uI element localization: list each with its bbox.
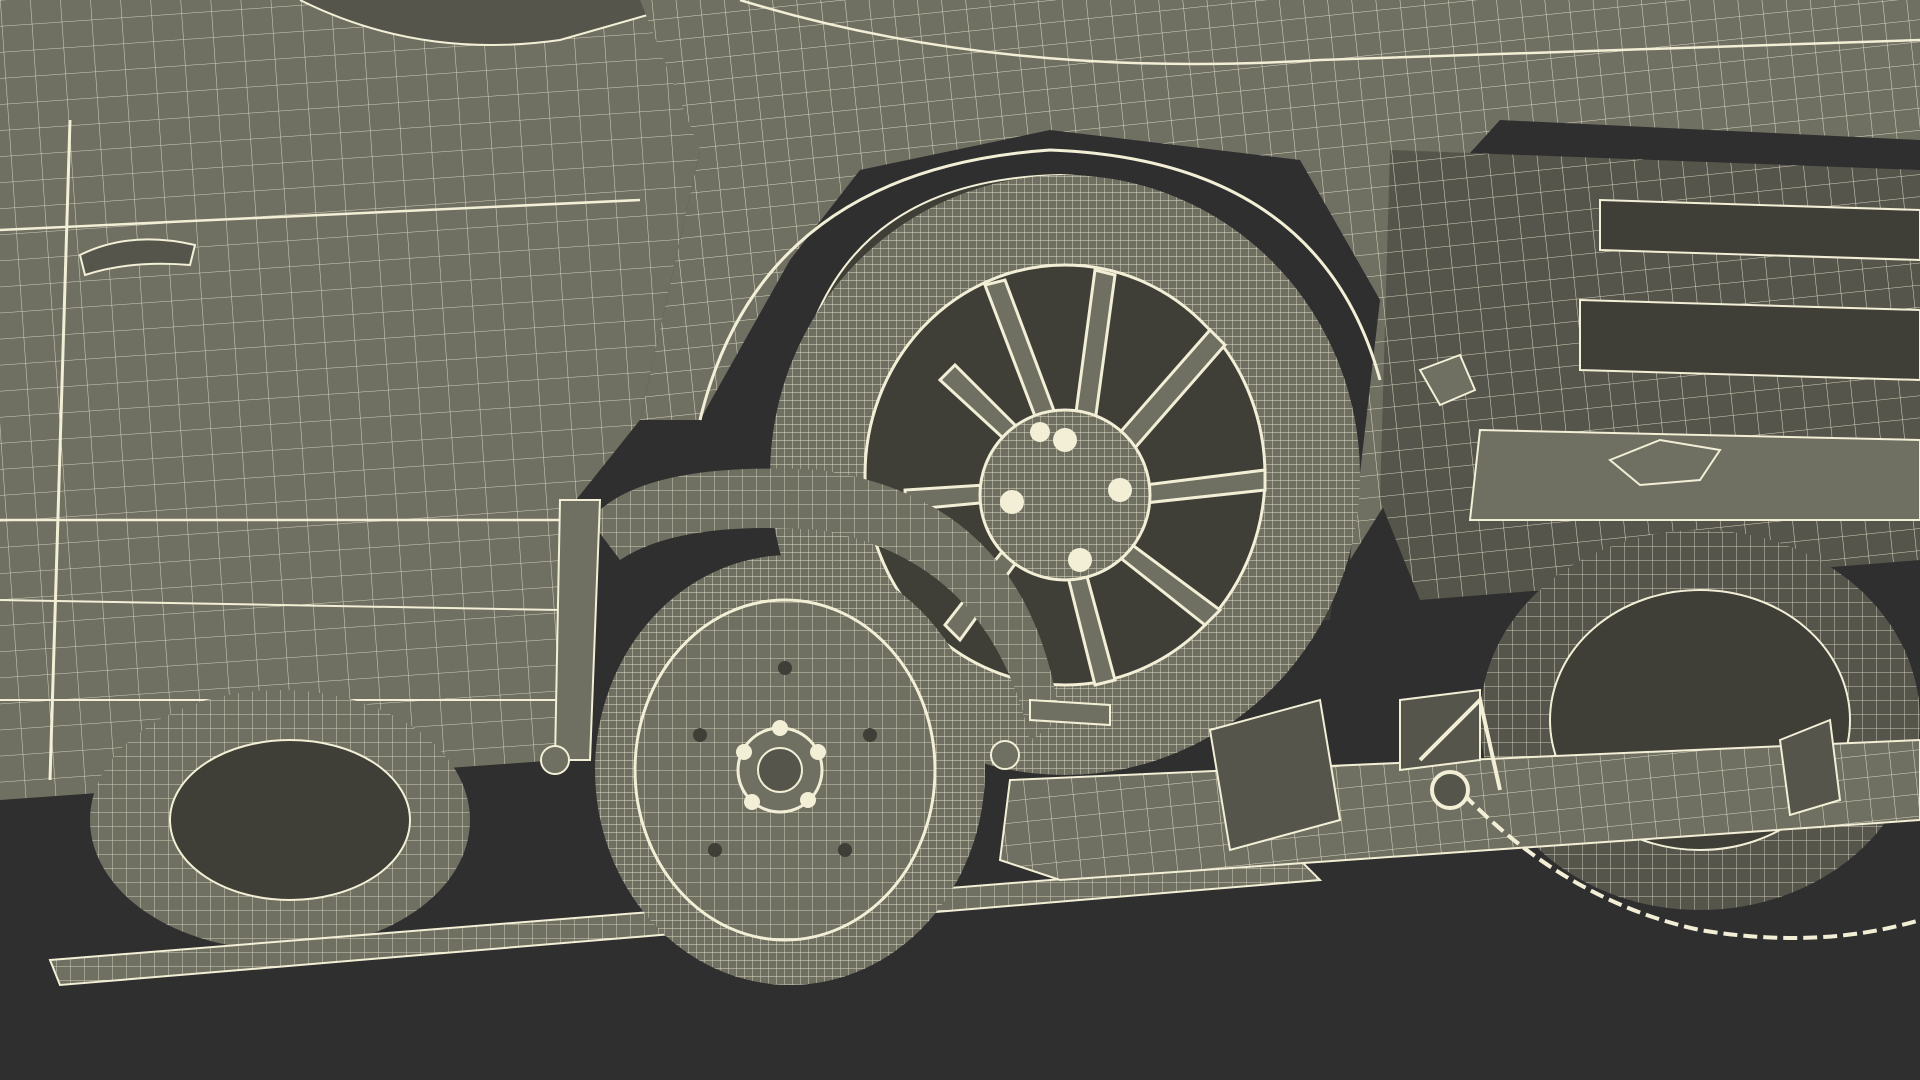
- dolly-wheel: [595, 555, 985, 985]
- render-viewport: [0, 0, 1920, 1080]
- far-front-wheel: [1480, 530, 1920, 910]
- rear-car-wheel: [90, 690, 470, 950]
- front-bumper: [1380, 150, 1920, 600]
- wireframe-scene: [0, 0, 1920, 987]
